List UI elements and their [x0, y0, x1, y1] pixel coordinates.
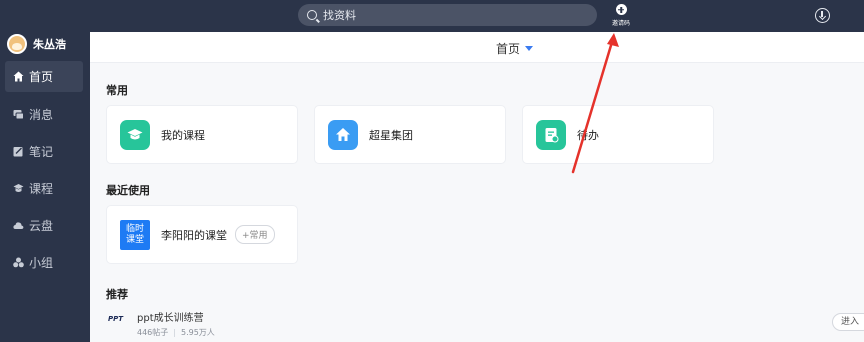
message-icon — [13, 109, 24, 120]
card-label: 我的课程 — [161, 128, 205, 142]
home-dropdown[interactable]: 首页 — [496, 40, 534, 57]
avatar[interactable] — [7, 34, 27, 54]
sidebar-item-courses[interactable]: 课程 — [5, 173, 83, 204]
badge-line-2: 课堂 — [125, 234, 144, 245]
sidebar-item-groups[interactable]: 小组 — [5, 247, 83, 278]
sidebar-item-label: 笔记 — [29, 145, 54, 159]
group-name: ppt成长训练营 — [137, 313, 204, 324]
note-icon — [13, 146, 24, 157]
search-icon — [307, 10, 317, 20]
download-icon[interactable] — [815, 8, 830, 23]
card-chaoxing-group[interactable]: 超星集团 — [314, 105, 506, 164]
section-title-common: 常用 — [106, 84, 128, 97]
sidebar: 朱丛浩 首页 消息 笔记 课程 云盘 小组 — [0, 32, 90, 342]
sidebar-item-notes[interactable]: 笔记 — [5, 136, 83, 167]
badge-line-1: 临时 — [125, 223, 144, 234]
group-logo: PPT — [108, 315, 124, 323]
sidebar-item-messages[interactable]: 消息 — [5, 99, 83, 130]
main-content: 首页 常用 我的课程 超星集团 待办 最近使用 临时 课堂 李阳阳的课堂 +常用… — [90, 32, 864, 342]
search-label: 找资料 — [323, 9, 356, 22]
username: 朱丛浩 — [33, 38, 66, 51]
temporary-classroom-badge: 临时 课堂 — [120, 219, 150, 250]
add-to-common-button[interactable]: +常用 — [235, 225, 275, 244]
invite-code-button[interactable]: 邀请码 — [605, 3, 637, 29]
graduation-cap-icon — [120, 119, 150, 150]
sidebar-item-label: 首页 — [29, 70, 54, 84]
card-label: 待办 — [577, 128, 599, 142]
section-title-recommend: 推荐 — [106, 288, 128, 301]
section-title-recent: 最近使用 — [106, 184, 150, 197]
top-bar: 找资料 邀请码 — [0, 0, 864, 32]
card-label: 李阳阳的课堂 — [161, 228, 227, 242]
sidebar-item-label: 云盘 — [29, 219, 54, 233]
house-icon — [328, 119, 358, 150]
enter-group-button[interactable]: 进入 — [832, 313, 864, 331]
group-icon — [13, 257, 24, 268]
recommend-item[interactable]: PPT ppt成长训练营 446帖子 | 5.95万人 — [108, 309, 215, 338]
post-count: 446帖子 — [137, 328, 169, 337]
card-label: 超星集团 — [369, 128, 413, 142]
card-my-courses[interactable]: 我的课程 — [106, 105, 298, 164]
sidebar-item-cloud[interactable]: 云盘 — [5, 210, 83, 241]
sidebar-item-label: 小组 — [29, 256, 54, 270]
page-header: 首页 — [90, 32, 864, 63]
user-profile[interactable]: 朱丛浩 — [7, 34, 66, 54]
invite-code-label: 邀请码 — [611, 20, 630, 27]
group-stats: 446帖子 | 5.95万人 — [137, 328, 215, 337]
todo-icon — [536, 119, 566, 150]
course-icon — [13, 183, 24, 194]
plus-circle-icon — [615, 4, 627, 15]
sidebar-item-label: 课程 — [29, 182, 54, 196]
card-recent-classroom[interactable]: 临时 课堂 李阳阳的课堂 +常用 — [106, 205, 298, 264]
sidebar-item-home[interactable]: 首页 — [5, 61, 83, 92]
page-title: 首页 — [496, 42, 521, 56]
sidebar-item-label: 消息 — [29, 108, 54, 122]
cloud-icon — [13, 220, 24, 231]
home-icon — [13, 71, 24, 82]
caret-down-icon — [525, 46, 534, 51]
card-todo[interactable]: 待办 — [522, 105, 714, 164]
member-count: 5.95万人 — [180, 328, 215, 337]
search-box[interactable]: 找资料 — [298, 4, 597, 26]
